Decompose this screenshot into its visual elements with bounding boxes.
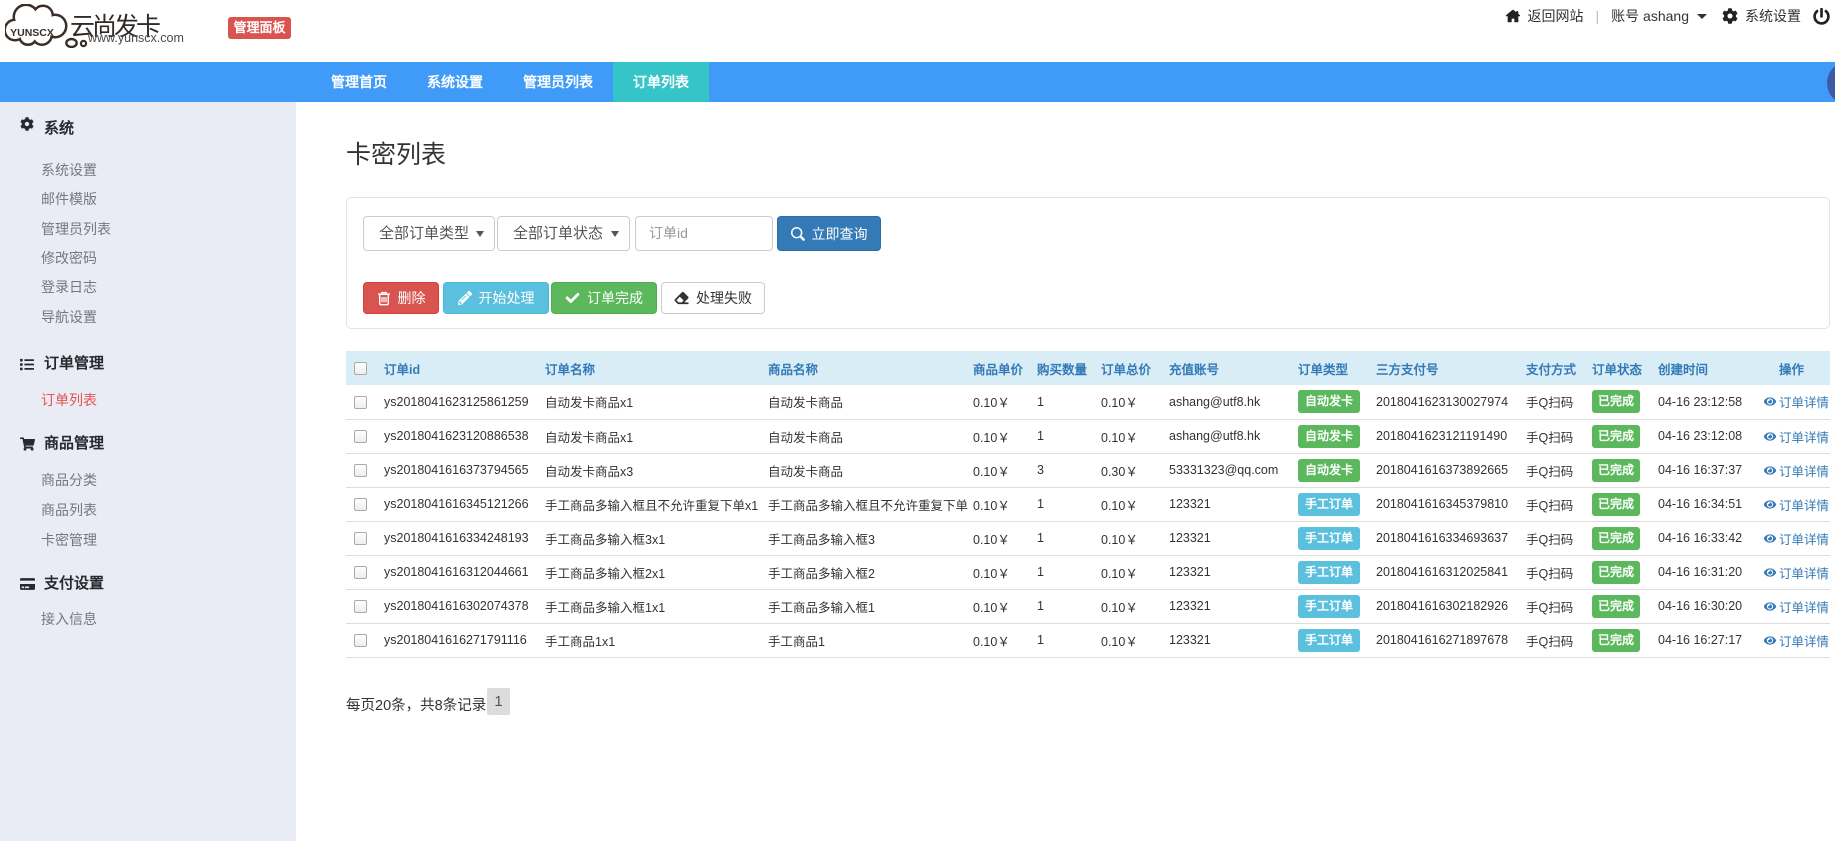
svg-text:YUNSCX: YUNSCX <box>10 27 54 39</box>
